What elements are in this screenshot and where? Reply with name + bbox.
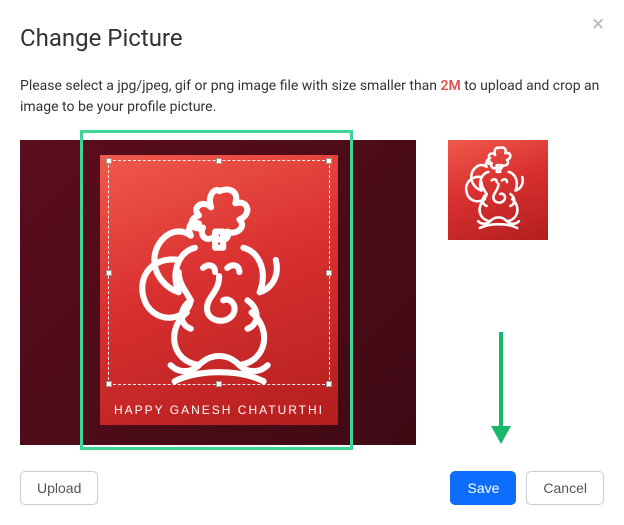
size-limit: 2M [441, 78, 461, 94]
footer-right-group: Save Cancel [450, 471, 604, 505]
crop-selection[interactable] [108, 160, 330, 385]
crop-handle-n[interactable] [216, 158, 222, 164]
crop-handle-se[interactable] [326, 381, 332, 387]
modal-footer: Upload Save Cancel [20, 467, 604, 505]
crop-preview-thumbnail [448, 140, 548, 240]
crop-handle-e[interactable] [326, 270, 332, 276]
image-caption: happy ganesh chaturthi [100, 403, 338, 417]
ganesha-icon [456, 143, 541, 237]
editor-row: happy ganesh chaturthi [20, 140, 604, 445]
change-picture-modal: × Change Picture Please select a jpg/jpe… [0, 0, 624, 525]
cancel-button[interactable]: Cancel [526, 471, 604, 505]
modal-title: Change Picture [20, 24, 604, 52]
annotation-arrow-icon [488, 328, 514, 448]
save-button[interactable]: Save [450, 471, 516, 505]
image-crop-editor[interactable]: happy ganesh chaturthi [20, 140, 416, 445]
crop-handle-ne[interactable] [326, 158, 332, 164]
crop-handle-sw[interactable] [106, 381, 112, 387]
crop-handle-s[interactable] [216, 381, 222, 387]
upload-instructions: Please select a jpg/jpeg, gif or png ima… [20, 76, 604, 118]
crop-handle-w[interactable] [106, 270, 112, 276]
close-icon[interactable]: × [592, 14, 604, 36]
upload-button[interactable]: Upload [20, 471, 98, 505]
instructions-pre: Please select a jpg/jpeg, gif or png ima… [20, 78, 441, 94]
crop-handle-nw[interactable] [106, 158, 112, 164]
